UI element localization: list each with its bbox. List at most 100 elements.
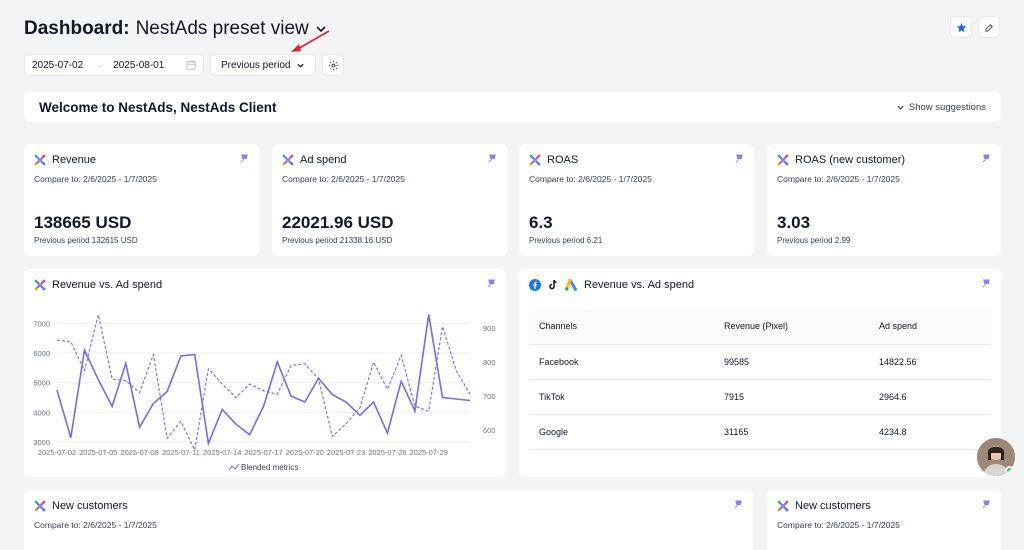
table-row: TikTok 7915 2964.6 [529,379,991,415]
filter-toolbar: 2025-07-02 → 2025-08-01 Previous period [24,54,345,76]
x-tick-label: 2025-07-05 [79,448,117,457]
pin-icon[interactable] [734,500,743,509]
settings-button[interactable] [322,54,345,76]
kpi-title: Revenue [52,154,97,166]
favorite-button[interactable] [950,16,972,38]
x-tick-label: 2025-07-20 [286,448,324,457]
revenue-vs-adspend-chart-card: Revenue vs. Ad spend 3000 4000 5000 6000 700… [24,269,506,477]
arrow-right-icon: → [93,59,104,71]
compare-period-select[interactable]: Previous period [210,54,317,76]
google-ads-icon [565,279,577,291]
legend-label: Blended metrics [241,463,298,472]
pin-icon[interactable] [735,154,744,163]
new-customers-card: New customers Compare to: 2/6/2025 - 1/7… [24,490,753,550]
table-cell: TikTok [529,379,714,415]
x-tick-label: 2025-07-17 [244,448,282,457]
kpi-title: Ad spend [300,154,347,166]
x-tick-label: 2025-07-11 [162,448,200,457]
y-tick-label-left: 7000 [33,319,50,328]
compare-text: Compare to: 2/6/2025 - 1/7/2025 [529,174,652,184]
compare-text: Compare to: 2/6/2025 - 1/7/2025 [282,174,405,184]
kpi-previous: Previous period 2.99 [777,236,851,245]
column-header[interactable]: Channels [529,309,714,345]
card-title: New customers [795,500,871,512]
page-title: Dashboard: [24,18,130,39]
table-cell: 4234.8 [869,414,991,450]
pin-icon[interactable] [982,500,991,509]
calendar-icon [186,60,196,70]
date-end[interactable]: 2025-08-01 [113,60,164,71]
online-status-dot [1005,466,1014,475]
edit-icon [984,23,993,32]
y-tick-label-right: 900 [483,324,496,333]
nestads-logo-icon [34,154,46,166]
kpi-value: 138665 USD [34,213,132,232]
show-suggestions-toggle[interactable]: Show suggestions [896,102,986,113]
kpi-card-revenue: Revenue Compare to: 2/6/2025 - 1/7/2025 … [24,144,259,256]
nestads-logo-icon [34,500,46,512]
table-cell: 7915 [714,379,869,415]
kpi-title: ROAS [547,154,579,166]
y-tick-label-left: 3000 [33,438,50,447]
kpi-previous: Previous period 21338.16 USD [282,236,393,245]
page-header: Dashboard: NestAds preset view [24,16,1000,42]
table-row: Facebook 99585 14822.56 [529,344,991,380]
nestads-logo-icon [529,154,541,166]
kpi-card-roas-new-customer: ROAS (new customer) Compare to: 2/6/2025… [767,144,1001,256]
nestads-logo-icon [777,500,789,512]
annotation-arrow-icon [291,30,330,52]
view-selector[interactable]: NestAds preset view [136,18,309,40]
pin-icon[interactable] [488,154,497,163]
y-tick-label-right: 800 [483,358,496,367]
date-range-picker[interactable]: 2025-07-02 → 2025-08-01 [24,54,204,76]
compare-text: Compare to: 2/6/2025 - 1/7/2025 [777,520,900,530]
welcome-banner: Welcome to NestAds, NestAds Client Show … [24,92,1001,122]
column-header[interactable]: Ad spend [869,309,991,345]
kpi-previous: Previous period 6.21 [529,236,603,245]
line-chart: 3000 4000 5000 6000 7000 600 700 800 900 2025-07-… [33,314,496,472]
x-tick-label: 2025-07-23 [327,448,365,457]
pin-icon[interactable] [240,154,249,163]
kpi-card-ad-spend: Ad spend Compare to: 2/6/2025 - 1/7/2025… [272,144,507,256]
tiktok-icon [549,279,557,290]
x-tick-label: 2025-07-14 [203,448,241,457]
show-suggestions-label: Show suggestions [908,101,986,113]
y-tick-label-left: 5000 [33,379,50,388]
nestads-logo-icon [282,154,294,166]
kpi-card-roas: ROAS Compare to: 2/6/2025 - 1/7/2025 6.3… [519,144,754,256]
compare-text: Compare to: 2/6/2025 - 1/7/2025 [34,174,157,184]
table-row: Google 31165 4234.8 [529,414,991,450]
x-tick-label: 2025-07-02 [38,448,76,457]
compare-text: Compare to: 2/6/2025 - 1/7/2025 [34,520,157,530]
date-start[interactable]: 2025-07-02 [32,60,83,71]
compare-text: Compare to: 2/6/2025 - 1/7/2025 [777,174,900,184]
column-header[interactable]: Revenue (Pixel) [714,309,869,345]
card-title: New customers [52,500,128,512]
pin-icon[interactable] [982,279,991,288]
pin-icon[interactable] [982,154,991,163]
table-title: Revenue vs. Ad spend [584,279,695,291]
y-tick-label-left: 4000 [33,408,50,417]
table-cell: 2964.6 [869,379,991,415]
period-label: Previous period [221,59,291,71]
table-cell: Google [529,414,714,450]
gear-icon [328,60,339,70]
y-tick-label-left: 6000 [33,349,50,358]
y-tick-label-right: 700 [483,392,496,401]
table-cell: 99585 [714,344,869,380]
table-cell: 14822.56 [869,344,991,380]
table-cell: 31165 [714,414,869,450]
new-customers-card: New customers Compare to: 2/6/2025 - 1/7… [767,490,1001,550]
kpi-value: 22021.96 USD [282,213,394,232]
edit-button[interactable] [978,16,1000,38]
legend-marker [228,463,240,471]
kpi-value: 6.3 [529,213,553,232]
support-chat-avatar[interactable] [977,438,1015,476]
channel-table-card: Revenue vs. Ad spend Channels Revenue (P… [519,269,1001,477]
kpi-title: ROAS (new customer) [795,154,906,166]
facebook-icon [529,279,541,291]
y-tick-label-right: 600 [483,426,496,435]
chevron-down-icon [897,105,904,110]
chevron-down-icon [297,63,305,68]
kpi-previous: Previous period 132615 USD [34,236,138,245]
